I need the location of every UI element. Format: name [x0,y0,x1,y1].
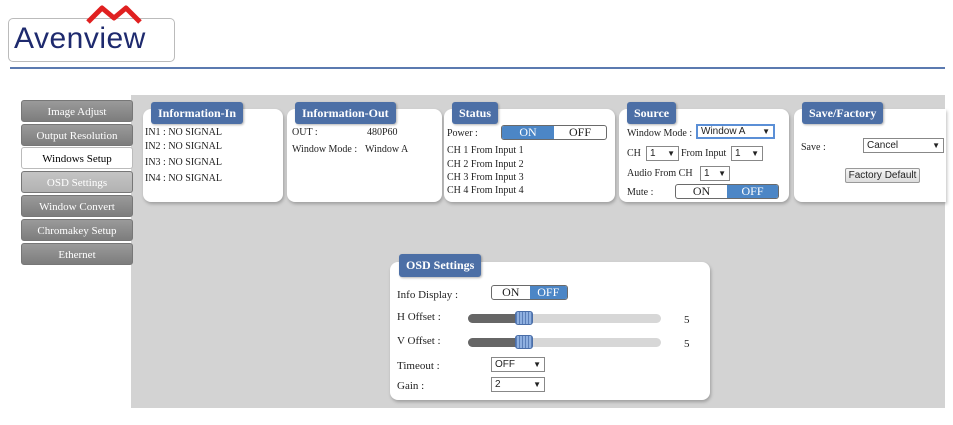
gain-label: Gain : [397,380,425,392]
logo-chevron-icon [86,5,142,24]
input-status: IN3 : NO SIGNAL [145,157,222,168]
input-status: IN1 : NO SIGNAL [145,127,222,138]
footer [8,408,945,425]
window-mode-label: Window Mode : [292,144,358,155]
window-mode-select[interactable]: Window A ▼ [696,124,775,139]
dropdown-arrow-icon: ▼ [718,169,726,178]
audio-from-ch-label: Audio From CH [627,168,693,179]
save-select[interactable]: Cancel ▼ [863,138,944,153]
mute-off-option[interactable]: OFF [727,185,778,198]
window-mode-select-value: Window A [701,126,746,137]
nav-windows-setup[interactable]: Windows Setup [21,147,133,169]
info-display-off-option[interactable]: OFF [529,286,567,299]
information-in-panel: Information-In IN1 : NO SIGNAL IN2 : NO … [143,102,283,202]
factory-default-button[interactable]: Factory Default [845,168,920,183]
out-label: OUT : [292,127,318,138]
nav-ethernet[interactable]: Ethernet [21,243,133,265]
power-off-option[interactable]: OFF [554,126,606,139]
info-display-label: Info Display : [397,289,459,301]
power-on-option[interactable]: ON [502,126,554,139]
h-offset-label: H Offset : [397,311,441,323]
information-out-panel: Information-Out OUT : 480P60 Window Mode… [287,102,442,202]
nav-output-resolution[interactable]: Output Resolution [21,124,133,146]
gain-select[interactable]: 2 ▼ [491,377,545,392]
status-panel: Status Power : ON OFF CH 1 From Input 1 … [444,102,615,202]
v-offset-value: 5 [684,338,690,350]
panel-title: OSD Settings [399,254,482,277]
nav-image-adjust[interactable]: Image Adjust [21,100,133,122]
input-status: IN2 : NO SIGNAL [145,141,222,152]
h-offset-value: 5 [684,314,690,326]
nav-window-convert[interactable]: Window Convert [21,195,133,217]
mute-toggle[interactable]: ON OFF [675,184,779,199]
power-toggle[interactable]: ON OFF [501,125,607,140]
panel-title: Source [627,102,677,124]
timeout-label: Timeout : [397,360,440,372]
channel-status: CH 3 From Input 3 [447,172,524,183]
mute-label: Mute : [627,187,654,198]
header-divider [10,67,945,69]
ch-label: CH [627,148,641,159]
panel-title: Status [452,102,499,124]
osd-settings-panel: OSD Settings Info Display : ON OFF H Off… [390,254,710,400]
gain-select-value: 2 [495,379,501,390]
dropdown-arrow-icon: ▼ [751,149,759,158]
dropdown-arrow-icon: ▼ [667,149,675,158]
save-select-value: Cancel [867,140,899,151]
audio-from-ch-select[interactable]: 1 ▼ [700,166,730,181]
save-label: Save : [801,142,826,153]
panel-title: Information-Out [295,102,396,124]
source-panel: Source Window Mode : Window A ▼ CH 1 ▼ Fro… [619,102,789,202]
window-mode-value: Window A [365,144,409,155]
from-input-select-value: 1 [735,148,741,159]
audio-from-ch-select-value: 1 [704,168,710,179]
timeout-select-value: OFF [495,359,515,370]
panel-title: Information-In [151,102,244,124]
channel-status: CH 1 From Input 1 [447,145,524,156]
v-offset-label: V Offset : [397,335,441,347]
ch-select[interactable]: 1 ▼ [646,146,679,161]
input-status: IN4 : NO SIGNAL [145,173,222,184]
dropdown-arrow-icon: ▼ [533,380,541,389]
nav-chromakey-setup[interactable]: Chromakey Setup [21,219,133,241]
dropdown-arrow-icon: ▼ [533,360,541,369]
info-display-on-option[interactable]: ON [492,286,530,299]
info-display-toggle[interactable]: ON OFF [491,285,568,300]
dropdown-arrow-icon: ▼ [932,141,940,150]
nav-osd-settings[interactable]: OSD Settings [21,171,133,193]
channel-status: CH 2 From Input 2 [447,159,524,170]
dropdown-arrow-icon: ▼ [762,127,770,136]
out-value: 480P60 [367,127,398,138]
mute-on-option[interactable]: ON [676,185,727,198]
from-input-select[interactable]: 1 ▼ [731,146,763,161]
h-offset-slider-handle[interactable] [514,311,533,325]
window-mode-label: Window Mode : [627,128,693,139]
channel-status: CH 4 From Input 4 [447,185,524,196]
power-label: Power : [447,128,478,139]
from-input-label: From Input [681,148,727,159]
timeout-select[interactable]: OFF ▼ [491,357,545,372]
ch-select-value: 1 [650,148,656,159]
v-offset-slider-handle[interactable] [514,335,533,349]
save-factory-panel: Save/Factory Save : Cancel ▼ Factory Defa… [794,102,946,202]
panel-title: Save/Factory [802,102,884,124]
